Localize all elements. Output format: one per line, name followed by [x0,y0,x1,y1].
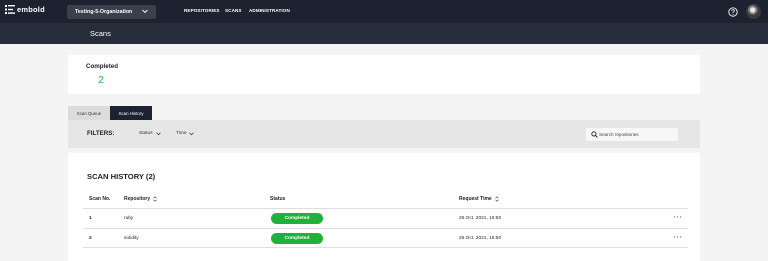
page-title: Scans [90,29,111,38]
scan-number: 1 [89,216,92,221]
help-icon[interactable] [728,7,738,17]
column-header-request-time-label: Request Time [459,196,492,202]
filters-label: FILTERS: [87,130,115,137]
repository-name: ruby [124,216,134,221]
column-header-scan-no-label: Scan No. [89,196,111,202]
column-header-request-time[interactable]: Request Time [459,196,499,202]
avatar[interactable] [746,4,761,19]
more-icon[interactable] [673,235,682,239]
completed-count: 2 [98,74,104,86]
logo-icon [5,5,15,14]
status-filter[interactable]: Status [139,131,161,136]
logo-text: embold [17,5,45,14]
filters-bar: FILTERS: Status Time [68,120,700,148]
page-header: Scans [0,23,768,44]
status-badge: Completed [271,213,323,224]
top-navigation-bar: embold Testing-5-Organization REPOSITORI… [0,0,768,23]
repository-name: solidity [124,236,139,241]
time-filter[interactable]: Time [176,131,195,136]
more-icon[interactable] [673,215,682,219]
tab-scan-queue[interactable]: Scan Queue [68,106,110,120]
nav-administration[interactable]: ADMINISTRATION [249,8,290,13]
column-header-repository-label: Repository [124,196,151,202]
status-badge: Completed [271,233,323,244]
table-row[interactable]: 1 ruby Completed 26.Oct. 2021, 16:50 [83,208,688,228]
column-header-status-label: Status [270,196,286,202]
scan-history-panel: SCAN HISTORY (2) Scan No. Repository Sta… [68,153,700,261]
chevron-down-icon [142,9,148,14]
logo[interactable]: embold [5,5,45,14]
column-header-repository[interactable]: Repository [124,196,157,202]
completed-label: Completed [86,63,118,70]
sort-icon [153,196,157,202]
table-row[interactable]: 2 solidity Completed 26.Oct. 2021, 16:50 [83,228,688,248]
tab-scan-history[interactable]: Scan History [110,106,152,120]
organization-select-value: Testing-5-Organization [75,9,133,15]
completed-stat-card: Completed 2 [68,55,700,94]
search-input[interactable] [599,130,675,139]
status-filter-label: Status [139,131,153,136]
scan-number: 2 [89,236,92,241]
nav-scans[interactable]: SCANS [225,8,242,13]
column-header-status: Status [270,196,285,202]
nav-repositories[interactable]: REPOSITORIES [184,8,220,13]
time-filter-label: Time [176,131,187,136]
organization-select[interactable]: Testing-5-Organization [67,5,156,19]
chevron-down-icon [155,132,161,135]
column-header-scan-no: Scan No. [89,196,110,202]
sort-icon [494,196,499,202]
request-time: 26.Oct. 2021, 16:50 [459,216,502,221]
chevron-down-icon [189,132,195,135]
request-time: 26.Oct. 2021, 16:50 [459,236,502,241]
search-box [586,128,678,141]
scan-history-title: SCAN HISTORY (2) [87,172,156,181]
search-icon [591,131,598,138]
